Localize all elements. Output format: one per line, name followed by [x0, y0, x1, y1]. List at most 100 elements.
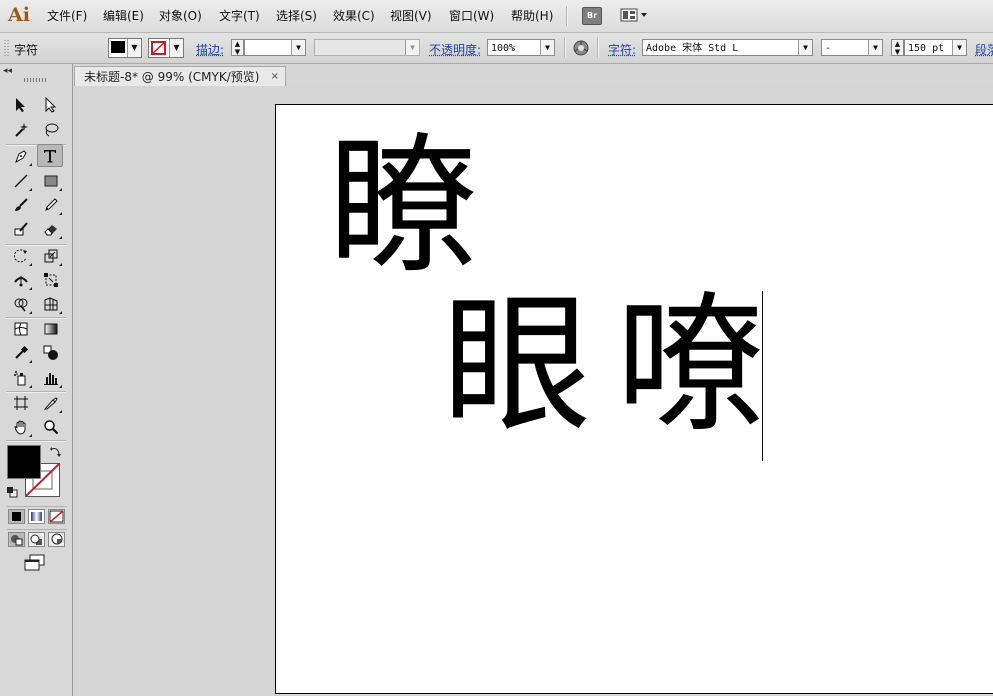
artboard[interactable]: 瞭 眼 嘹 — [275, 104, 993, 694]
default-fill-stroke-icon[interactable] — [6, 486, 18, 498]
zoom-magnifier-icon — [43, 419, 59, 435]
selection-tool[interactable] — [9, 94, 33, 116]
chevron-down-icon: ▼ — [868, 40, 882, 55]
none-button[interactable] — [48, 509, 65, 524]
font-size-stepper[interactable]: ▲ ▼ — [891, 39, 904, 56]
eyedropper-tool[interactable] — [9, 342, 33, 364]
character-label[interactable]: 字符: — [608, 41, 636, 58]
eraser-tool[interactable] — [39, 218, 63, 240]
chevron-down-icon: ▼ — [405, 40, 419, 55]
arrange-documents-button[interactable] — [620, 7, 650, 23]
slice-tool[interactable] — [39, 392, 63, 414]
symbol-sprayer-tool[interactable] — [9, 367, 33, 389]
zoom-tool[interactable] — [39, 416, 63, 438]
pen-nib-icon — [13, 148, 29, 164]
recolor-artwork-icon[interactable] — [573, 40, 589, 56]
eraser-icon — [43, 221, 59, 237]
document-tab[interactable]: 未标题-8* @ 99% (CMYK/预览) × — [74, 66, 286, 86]
hand-icon — [13, 419, 29, 435]
chevron-down-icon: ▼ — [291, 40, 305, 55]
stroke-weight-stepper[interactable]: ▲ ▼ — [231, 39, 244, 56]
stroke-color-dropdown[interactable]: ▼ — [148, 38, 184, 58]
shape-builder-icon — [13, 296, 29, 312]
fill-color-swatch-front[interactable] — [7, 445, 41, 479]
menu-help[interactable]: 帮助(H) — [511, 7, 553, 25]
draw-behind-button[interactable] — [28, 532, 45, 547]
flyout-arrow-icon — [29, 188, 32, 191]
type-t-icon — [42, 148, 58, 164]
menu-window[interactable]: 窗口(W) — [449, 7, 494, 25]
blend-tool[interactable] — [39, 342, 63, 364]
perspective-grid-icon — [43, 296, 59, 312]
swap-fill-stroke-icon[interactable] — [50, 445, 62, 457]
menu-type[interactable]: 文字(T) — [219, 7, 260, 25]
canvas-text-line1[interactable]: 瞭 — [328, 132, 478, 282]
gradient-tool[interactable] — [39, 318, 63, 340]
pencil-tool[interactable] — [39, 194, 63, 216]
line-segment-tool[interactable] — [9, 170, 33, 192]
font-size-field[interactable]: 150 pt ▼ — [904, 39, 967, 56]
width-tool[interactable] — [9, 269, 33, 291]
draw-normal-button[interactable] — [8, 532, 25, 547]
tools-panel: ◂◂ — [0, 64, 73, 696]
rectangle-tool[interactable] — [39, 170, 63, 192]
chevron-down-icon: ▼ — [540, 40, 554, 55]
direct-selection-tool[interactable] — [39, 94, 63, 116]
panel-grip-icon[interactable] — [24, 78, 46, 82]
color-button[interactable] — [8, 509, 25, 524]
font-style-dropdown[interactable]: - ▼ — [821, 39, 883, 56]
column-graph-tool[interactable] — [39, 367, 63, 389]
menu-edit[interactable]: 编辑(E) — [103, 7, 144, 25]
fill-color-dropdown[interactable]: ▼ — [108, 38, 142, 58]
lasso-tool[interactable] — [39, 119, 63, 141]
solid-color-icon — [12, 512, 21, 521]
menu-separator — [566, 6, 568, 26]
fill-swatch — [111, 41, 125, 53]
close-icon[interactable]: × — [271, 67, 279, 87]
flyout-arrow-icon — [29, 163, 32, 166]
menu-file[interactable]: 文件(F) — [47, 7, 87, 25]
free-transform-tool[interactable] — [39, 269, 63, 291]
hand-tool[interactable] — [9, 416, 33, 438]
menu-object[interactable]: 对象(O) — [159, 7, 202, 25]
paintbrush-tool[interactable] — [9, 194, 33, 216]
canvas-text-line2-char2[interactable]: 嘹 — [616, 291, 766, 441]
font-family-value: Adobe 宋体 Std L — [646, 43, 738, 54]
opacity-label[interactable]: 不透明度: — [429, 41, 481, 58]
mesh-tool[interactable] — [9, 318, 33, 340]
variable-width-profile-dropdown[interactable]: ▼ — [314, 39, 420, 56]
lasso-icon — [43, 122, 59, 138]
flyout-arrow-icon — [59, 410, 62, 413]
paragraph-label[interactable]: 段落 — [975, 41, 993, 58]
blob-brush-tool[interactable] — [9, 218, 33, 240]
pen-tool[interactable] — [9, 145, 33, 167]
opacity-field[interactable]: 100% ▼ — [487, 39, 555, 56]
rotate-tool[interactable] — [9, 245, 33, 267]
font-family-dropdown[interactable]: Adobe 宋体 Std L ▼ — [642, 39, 813, 56]
magic-wand-icon — [13, 122, 29, 138]
menu-select[interactable]: 选择(S) — [276, 7, 317, 25]
stroke-weight-field[interactable]: ▼ — [244, 39, 306, 56]
flyout-arrow-icon — [29, 385, 32, 388]
collapse-panel-icon[interactable]: ◂◂ — [3, 66, 12, 76]
flyout-arrow-icon — [29, 360, 32, 363]
perspective-grid-tool[interactable] — [39, 293, 63, 315]
menu-view[interactable]: 视图(V) — [390, 7, 432, 25]
flyout-arrow-icon — [59, 236, 62, 239]
canvas-text-line2-char1[interactable]: 眼 — [442, 291, 592, 441]
stroke-label[interactable]: 描边: — [196, 41, 224, 58]
screen-mode-icon[interactable] — [24, 554, 46, 572]
bridge-button[interactable]: Br — [582, 7, 602, 25]
gradient-button[interactable] — [28, 509, 45, 524]
menu-bar: Ai 文件(F) 编辑(E) 对象(O) 文字(T) 选择(S) 效果(C) 视… — [0, 0, 993, 33]
magic-wand-tool[interactable] — [9, 119, 33, 141]
menu-effect[interactable]: 效果(C) — [333, 7, 375, 25]
shape-builder-tool[interactable] — [9, 293, 33, 315]
chevron-down-icon: ▼ — [952, 40, 966, 55]
scale-tool[interactable] — [39, 245, 63, 267]
text-insertion-cursor — [762, 291, 763, 461]
artboard-tool[interactable] — [9, 392, 33, 414]
draw-inside-button[interactable] — [48, 532, 65, 547]
type-tool[interactable] — [37, 144, 63, 167]
width-tool-icon — [13, 272, 29, 288]
